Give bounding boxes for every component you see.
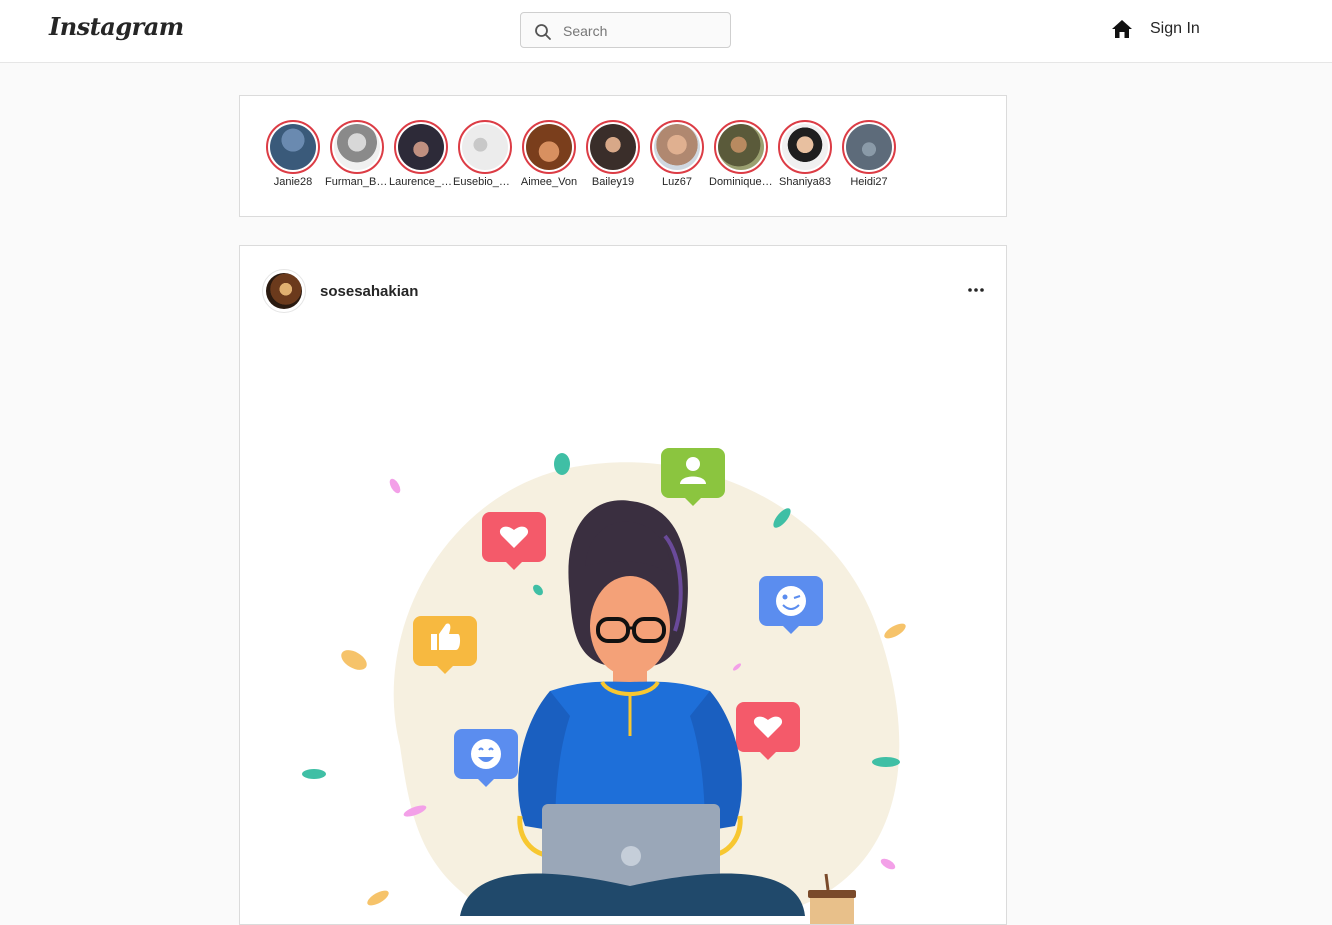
story-item[interactable]: Bailey19	[581, 120, 645, 188]
story-ring	[266, 120, 320, 174]
stories-tray: Janie28 Furman_Brown Laurence_Kris Euseb…	[239, 95, 1007, 217]
post-avatar[interactable]	[262, 269, 306, 313]
story-item[interactable]: Laurence_Kris	[389, 120, 453, 188]
story-ring	[458, 120, 512, 174]
post-username[interactable]: sosesahakian	[320, 283, 418, 300]
story-ring	[522, 120, 576, 174]
story-avatar	[782, 124, 828, 170]
story-username: Eusebio_Bednar	[453, 176, 517, 188]
story-username: Heidi27	[850, 176, 888, 188]
story-username: Janie28	[273, 176, 313, 188]
top-navbar: Instagram Sign In	[0, 0, 1332, 63]
story-username: Luz67	[662, 176, 692, 188]
story-username: Bailey19	[591, 176, 635, 188]
story-ring	[842, 120, 896, 174]
story-item[interactable]: Dominique_Hyatt	[709, 120, 773, 188]
story-username: Dominique_Hyatt	[709, 176, 773, 188]
story-item[interactable]: Shaniya83	[773, 120, 837, 188]
story-avatar	[398, 124, 444, 170]
story-username: Aimee_Von	[520, 176, 578, 188]
story-item[interactable]: Janie28	[261, 120, 325, 188]
sign-in-link[interactable]: Sign In	[1150, 20, 1200, 38]
home-icon[interactable]	[1111, 18, 1133, 40]
story-avatar	[590, 124, 636, 170]
story-item[interactable]: Furman_Brown	[325, 120, 389, 188]
story-ring	[714, 120, 768, 174]
story-username: Furman_Brown	[325, 176, 389, 188]
story-ring	[650, 120, 704, 174]
post-image[interactable]	[280, 426, 970, 925]
story-avatar	[718, 124, 764, 170]
story-ring	[586, 120, 640, 174]
instagram-logo[interactable]: Instagram	[49, 12, 184, 41]
story-item[interactable]: Heidi27	[837, 120, 901, 188]
story-avatar	[654, 124, 700, 170]
story-avatar	[846, 124, 892, 170]
story-avatar	[462, 124, 508, 170]
post-card: sosesahakian	[239, 245, 1007, 925]
story-ring	[394, 120, 448, 174]
more-options-icon[interactable]	[966, 282, 986, 298]
story-item[interactable]: Aimee_Von	[517, 120, 581, 188]
story-avatar	[526, 124, 572, 170]
search-icon	[535, 24, 551, 40]
story-ring	[330, 120, 384, 174]
story-item[interactable]: Luz67	[645, 120, 709, 188]
story-ring	[778, 120, 832, 174]
story-item[interactable]: Eusebio_Bednar	[453, 120, 517, 188]
story-avatar	[334, 124, 380, 170]
search-input[interactable]	[561, 19, 725, 43]
story-username: Laurence_Kris	[389, 176, 453, 188]
story-avatar	[270, 124, 316, 170]
story-username: Shaniya83	[779, 176, 831, 188]
search-box[interactable]	[520, 12, 731, 48]
